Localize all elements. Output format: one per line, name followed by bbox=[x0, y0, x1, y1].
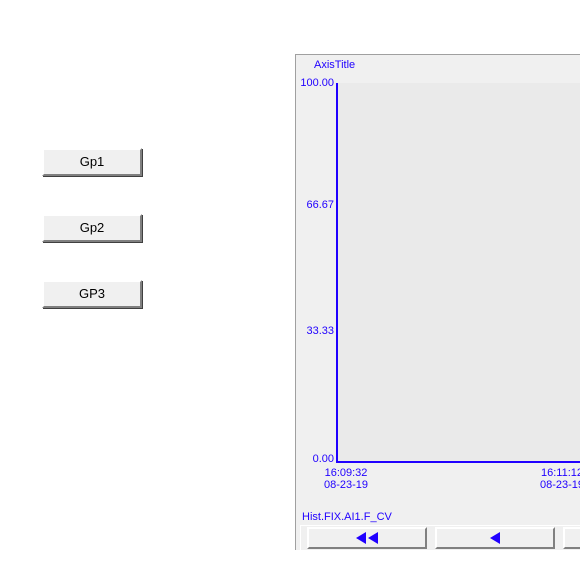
plot-area[interactable] bbox=[336, 83, 580, 463]
rewind-button[interactable] bbox=[435, 527, 555, 549]
triangle-left-icon bbox=[490, 532, 500, 544]
trend-nav-toolbar bbox=[300, 525, 580, 550]
triangle-left-icon bbox=[356, 532, 366, 544]
y-tick-0: 0.00 bbox=[298, 453, 334, 465]
x-tick-left-time: 16:09:32 bbox=[316, 467, 376, 479]
trend-chart-panel: AxisTitle 100.00 66.67 33.33 0.00 16:09:… bbox=[295, 54, 580, 550]
group-1-button[interactable]: Gp1 bbox=[42, 148, 142, 176]
group-3-button[interactable]: GP3 bbox=[42, 280, 142, 308]
rewind-fast-button[interactable] bbox=[307, 527, 427, 549]
y-tick-100: 100.00 bbox=[298, 77, 334, 89]
y-axis-title: AxisTitle bbox=[314, 59, 355, 71]
x-tick-right-time: 16:11:12 bbox=[532, 467, 580, 479]
nav-next-button[interactable] bbox=[563, 527, 580, 549]
x-tick-right-date: 08-23-19 bbox=[532, 479, 580, 491]
y-tick-33: 33.33 bbox=[298, 325, 334, 337]
app-root: Gp1 Gp2 GP3 AxisTitle 100.00 66.67 33.33… bbox=[0, 0, 580, 580]
y-tick-66: 66.67 bbox=[298, 199, 334, 211]
group-2-button[interactable]: Gp2 bbox=[42, 214, 142, 242]
triangle-left-icon bbox=[368, 532, 378, 544]
legend-text: Hist.FIX.AI1.F_CV bbox=[302, 511, 392, 523]
x-tick-left-date: 08-23-19 bbox=[316, 479, 376, 491]
